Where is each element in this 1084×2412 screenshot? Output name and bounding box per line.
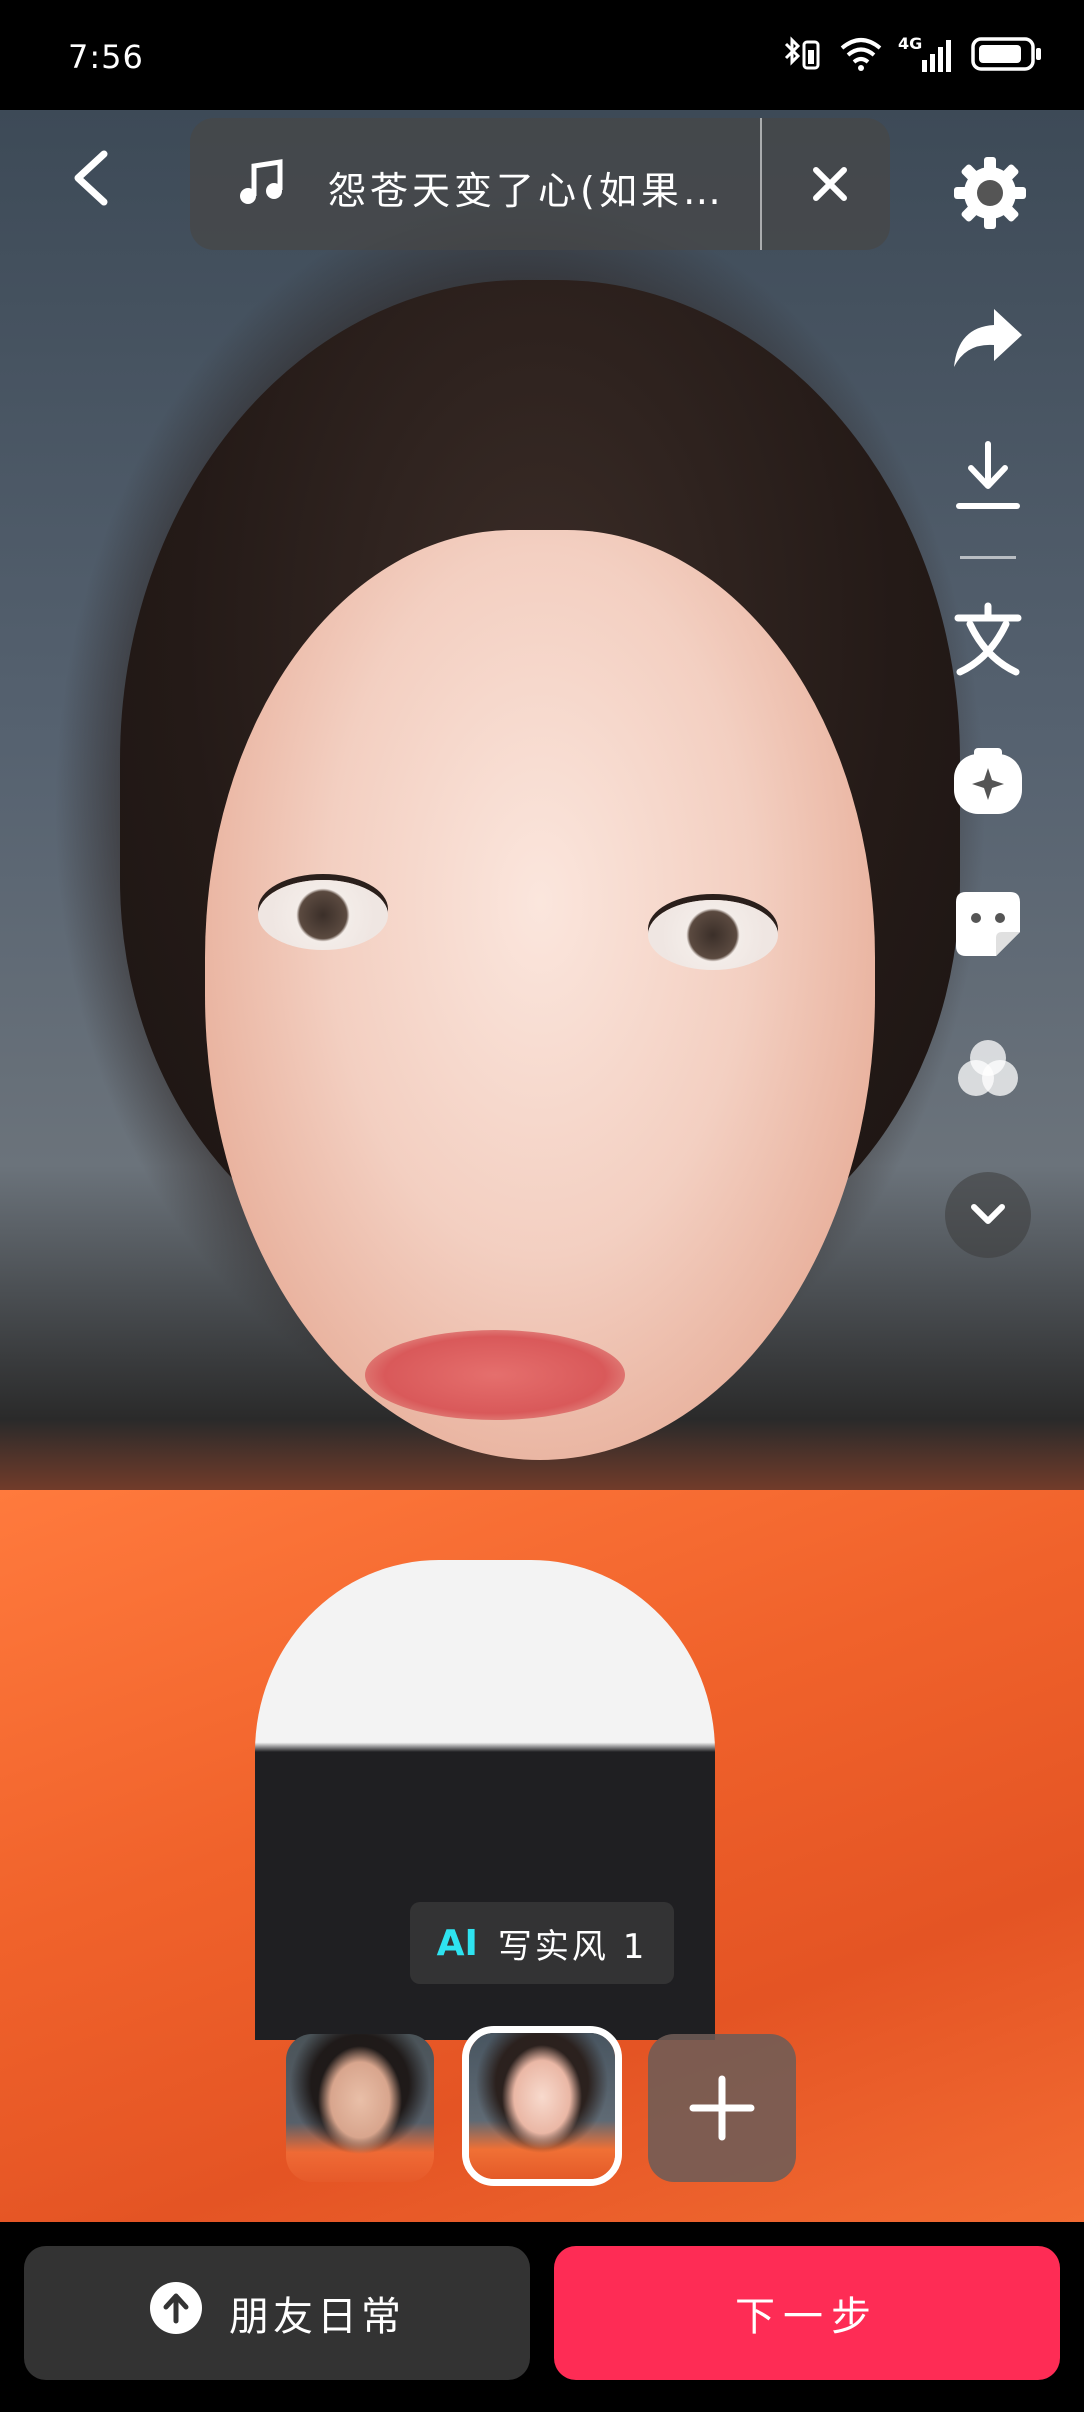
upload-arrow-icon — [149, 2281, 203, 2345]
download-icon — [956, 441, 1020, 509]
text-button[interactable] — [948, 600, 1028, 680]
effects-button[interactable] — [948, 742, 1028, 822]
portrait-lips — [365, 1330, 625, 1420]
portrait-right-eye — [648, 900, 778, 970]
style-name: 写实风 1 — [497, 1926, 648, 1967]
battery-icon — [970, 34, 1044, 78]
settings-button[interactable] — [950, 153, 1030, 237]
music-selector[interactable]: 怨苍天变了心(如果… — [190, 118, 890, 250]
clip-thumbnail-original[interactable] — [286, 2034, 434, 2182]
friends-daily-label: 朋友日常 — [229, 2294, 405, 2340]
sticker-icon — [956, 892, 1020, 956]
share-icon — [954, 309, 1022, 367]
wifi-icon — [838, 34, 884, 78]
bluetooth-battery-icon — [780, 34, 824, 78]
status-time: 7:56 — [68, 38, 144, 76]
add-clip-button[interactable] — [648, 2034, 796, 2182]
music-note-icon — [236, 158, 286, 212]
portrait-left-eye — [258, 880, 388, 950]
gear-icon — [954, 157, 1026, 229]
status-bar: 7:56 4G — [0, 0, 1084, 110]
thumbnail-image — [286, 2034, 434, 2182]
next-step-label: 下一步 — [735, 2294, 879, 2340]
back-button[interactable] — [62, 148, 122, 208]
filter-icon — [958, 1040, 1018, 1096]
ai-badge: AI — [436, 1922, 478, 1964]
portrait-face — [205, 530, 875, 1460]
download-button[interactable] — [948, 440, 1028, 520]
sticker-button[interactable] — [948, 884, 1028, 964]
close-icon — [813, 167, 847, 201]
cellular-signal-icon: 4G — [898, 34, 956, 76]
back-arrow-icon — [74, 150, 108, 206]
plus-icon — [689, 2075, 755, 2141]
bottom-action-bar: 朋友日常 下一步 — [0, 2222, 1084, 2412]
expand-tools-button[interactable] — [945, 1172, 1031, 1258]
thumbnail-image — [469, 2033, 615, 2179]
status-icons: 4G — [780, 32, 1044, 80]
clip-thumbnail-selected[interactable] — [462, 2026, 622, 2186]
music-title: 怨苍天变了心(如果… — [328, 169, 725, 213]
ai-style-label[interactable]: AI 写实风 1 — [410, 1902, 674, 1984]
filter-button[interactable] — [948, 1030, 1028, 1110]
friends-daily-button[interactable]: 朋友日常 — [24, 2246, 530, 2380]
chevron-down-icon — [971, 1204, 1005, 1224]
effects-icon — [954, 748, 1022, 814]
text-icon — [954, 602, 1022, 676]
remove-music-button[interactable] — [808, 162, 852, 210]
music-divider — [760, 118, 762, 250]
share-button[interactable] — [948, 298, 1028, 378]
next-step-button[interactable]: 下一步 — [554, 2246, 1060, 2380]
tool-divider — [960, 556, 1016, 559]
